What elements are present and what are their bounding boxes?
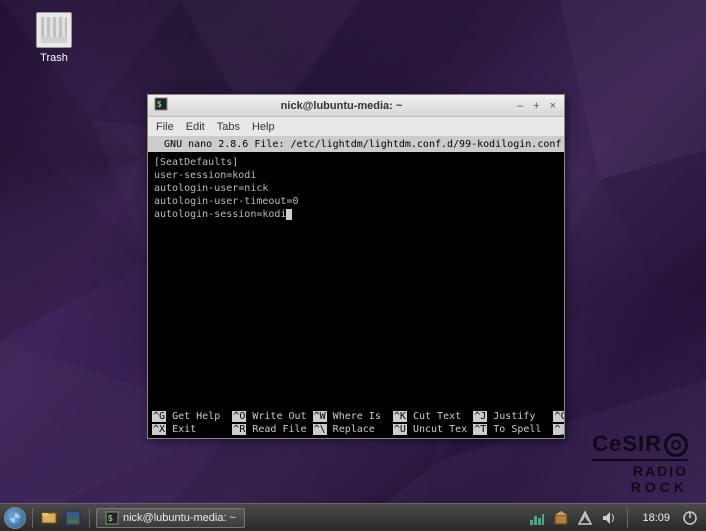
terminal-body[interactable]: GNU nano 2.8.6 File: /etc/lightdm/lightd… — [148, 137, 564, 438]
trash-icon — [36, 12, 72, 48]
nano-line: [SeatDefaults] — [154, 157, 238, 168]
logout-icon[interactable] — [682, 510, 698, 526]
system-tray: 18:09 — [529, 508, 702, 528]
window-menubar: File Edit Tabs Help — [148, 117, 564, 137]
cpu-monitor-icon[interactable] — [529, 510, 545, 526]
nano-filename: File: /etc/lightdm/lightdm.conf.d/99-kod… — [254, 138, 561, 151]
nano-shortcuts: ^G Get Help ^O Write Out ^W Where Is ^K … — [148, 410, 564, 438]
svg-text:$: $ — [108, 514, 113, 523]
updates-icon[interactable] — [553, 510, 569, 526]
nano-header: GNU nano 2.8.6 File: /etc/lightdm/lightd… — [148, 137, 564, 152]
nano-line: user-session=kodi — [154, 170, 256, 181]
nano-content: [SeatDefaults] user-session=kodi autolog… — [148, 152, 564, 410]
text-cursor — [286, 209, 292, 220]
nano-line: autologin-user-timeout=0 — [154, 196, 299, 207]
menu-edit[interactable]: Edit — [186, 121, 205, 133]
nano-modified: Modified — [561, 138, 564, 151]
taskbar-clock[interactable]: 18:09 — [638, 512, 674, 524]
terminal-icon: $ — [105, 511, 119, 525]
minimize-button[interactable]: – — [515, 100, 525, 112]
nano-line: autologin-session=kodi — [154, 209, 286, 220]
nano-version: GNU nano 2.8.6 — [152, 138, 254, 151]
terminal-window: $ nick@lubuntu-media: ~ – + × File Edit … — [147, 94, 565, 439]
menu-help[interactable]: Help — [252, 121, 275, 133]
start-menu-button[interactable] — [4, 507, 26, 529]
maximize-button[interactable]: + — [531, 100, 541, 112]
network-icon[interactable] — [577, 510, 593, 526]
taskbar-app-terminal[interactable]: $ nick@lubuntu-media: ~ — [96, 508, 245, 528]
show-desktop-launcher[interactable] — [63, 508, 83, 528]
taskbar: $ nick@lubuntu-media: ~ 18:09 — [0, 503, 706, 531]
desktop-trash[interactable]: Trash — [30, 12, 78, 64]
taskbar-app-label: nick@lubuntu-media: ~ — [123, 512, 236, 524]
window-titlebar[interactable]: $ nick@lubuntu-media: ~ – + × — [148, 95, 564, 117]
taskbar-separator — [32, 508, 33, 528]
menu-file[interactable]: File — [156, 121, 174, 133]
nano-line: autologin-user=nick — [154, 183, 268, 194]
taskbar-separator — [627, 508, 628, 528]
window-title: nick@lubuntu-media: ~ — [168, 100, 515, 112]
file-manager-launcher[interactable] — [39, 508, 59, 528]
taskbar-separator — [89, 508, 90, 528]
volume-icon[interactable] — [601, 510, 617, 526]
trash-label: Trash — [30, 52, 78, 64]
menu-tabs[interactable]: Tabs — [217, 121, 240, 133]
close-button[interactable]: × — [548, 100, 558, 112]
terminal-app-icon: $ — [154, 97, 168, 114]
svg-text:$: $ — [157, 100, 162, 109]
